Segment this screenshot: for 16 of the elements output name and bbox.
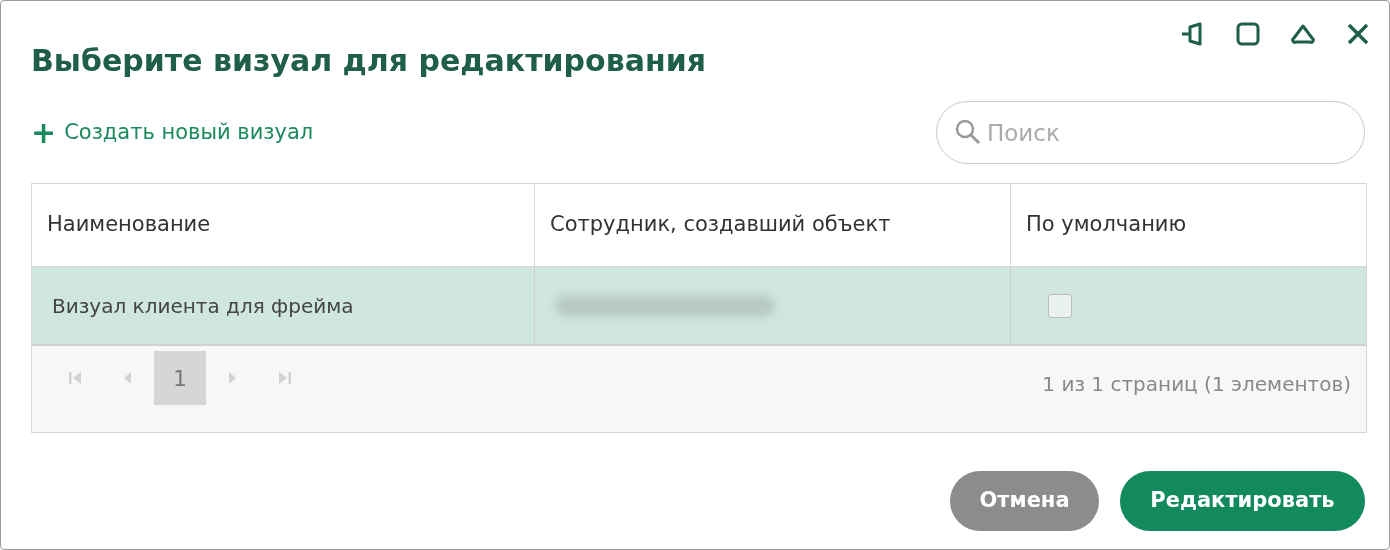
cancel-button[interactable]: Отмена <box>950 471 1099 531</box>
maximize-icon[interactable] <box>1235 21 1261 47</box>
column-header: Наименование <box>32 184 535 266</box>
page-info: 1 из 1 страниц (1 элементов) <box>1042 371 1351 398</box>
close-icon[interactable] <box>1345 21 1371 47</box>
column-header: Сотрудник, создавший объект <box>535 184 1011 266</box>
table-cell[interactable]: Визуал клиента для фрейма <box>32 267 535 344</box>
edit-button[interactable]: Редактировать <box>1120 471 1365 531</box>
checkbox[interactable] <box>1048 293 1072 318</box>
create-link[interactable]: Создать новый визуал <box>64 116 314 149</box>
page-button[interactable]: 1 <box>154 351 206 405</box>
dialog-title: Выберите визуал для редактирования <box>31 42 707 80</box>
plus-icon[interactable]: + <box>31 117 57 148</box>
search-icon <box>954 118 982 146</box>
column-header: По умолчанию <box>1025 211 1188 239</box>
search-field[interactable]: Поиск <box>936 101 1365 164</box>
